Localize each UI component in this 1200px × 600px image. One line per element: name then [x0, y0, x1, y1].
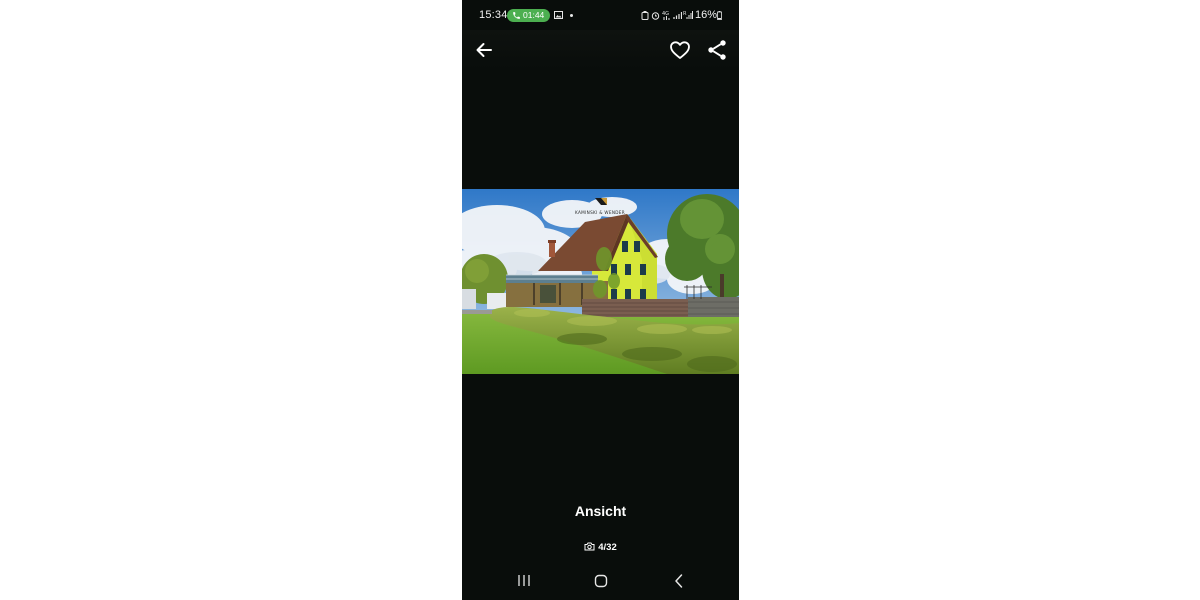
signal-strength-1-icon — [673, 12, 682, 19]
toolbar-background — [462, 30, 739, 70]
recents-icon[interactable] — [514, 572, 534, 590]
wifi-calling-icon: 4G — [662, 11, 670, 20]
camera-icon — [584, 542, 595, 551]
call-duration: 01:44 — [523, 10, 545, 20]
photo-illustration: KAMINSKI & WENDER — [462, 189, 739, 374]
photo-counter-text: 4/32 — [598, 542, 617, 553]
house-exterior-photo[interactable]: KAMINSKI & WENDER — [462, 189, 739, 374]
alarm-clock-icon — [641, 11, 649, 20]
photo-caption: Ansicht — [574, 503, 627, 519]
phone-screen: 15:34 01:44 4G R 16% KAMINSKI & WENDER A… — [462, 0, 739, 600]
svg-text:4G: 4G — [662, 11, 669, 17]
svg-text:R: R — [683, 11, 687, 17]
gallery-notification-icon — [554, 11, 563, 19]
arrow-left-icon[interactable] — [472, 38, 496, 62]
more-notifications-dot-icon — [570, 14, 573, 17]
battery-percent: 16% — [695, 9, 718, 21]
watermark-text: KAMINSKI & WENDER — [575, 210, 625, 215]
share-icon[interactable] — [705, 38, 729, 62]
photo-counter: 4/32 — [462, 542, 739, 553]
signal-strength-2-icon: R — [683, 11, 693, 19]
status-time: 15:34 — [479, 9, 508, 21]
status-bar: 15:34 01:44 4G R 16% — [462, 0, 739, 30]
ongoing-call-pill[interactable]: 01:44 — [507, 9, 550, 22]
phone-call-icon — [513, 12, 520, 19]
alarm-icon — [651, 12, 660, 20]
battery-icon — [717, 11, 722, 20]
heart-outline-icon[interactable] — [668, 38, 692, 62]
home-icon[interactable] — [591, 571, 611, 591]
back-chevron-icon[interactable] — [669, 571, 689, 591]
